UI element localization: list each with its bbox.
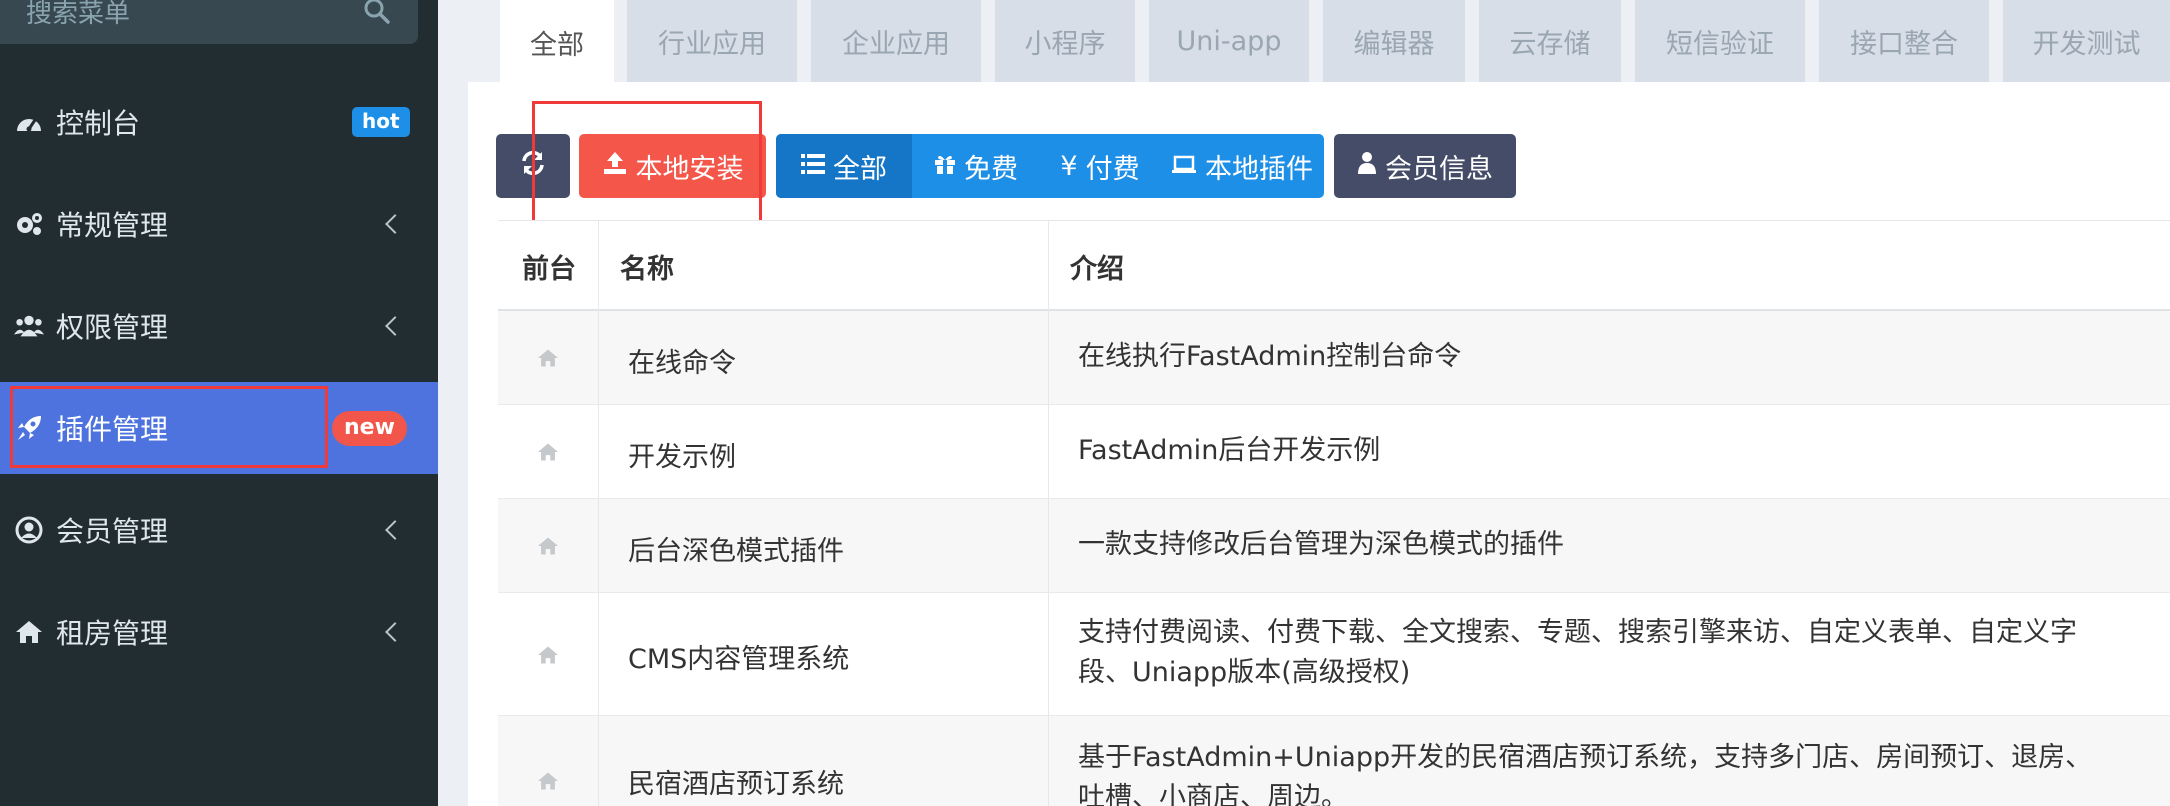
sidebar-item-label: 租房管理 — [56, 617, 169, 650]
plugin-name: 开发示例 — [628, 442, 736, 473]
sidebar-search — [0, 0, 418, 44]
list-icon — [801, 151, 825, 182]
search-input[interactable] — [26, 0, 346, 28]
column-divider — [598, 220, 599, 806]
plugin-intro: 基于FastAdmin+Uniapp开发的民宿酒店预订系统，支持多门店、房间预订… — [1078, 742, 2093, 806]
home-icon[interactable] — [498, 405, 598, 499]
sidebar: 控制台 hot 常规管理 权限管理 插件管理 new 会员管理 租房 — [0, 0, 438, 806]
filter-all-button[interactable]: 全部 — [776, 134, 912, 198]
plugin-intro: 支持付费阅读、付费下载、全文搜索、专题、搜索引擎来访、自定义表单、自定义字段、U… — [1078, 617, 2077, 688]
home-icon[interactable] — [498, 499, 598, 593]
column-header-intro[interactable]: 介绍 — [1070, 221, 1124, 312]
table-row[interactable]: 民宿酒店预订系统 基于FastAdmin+Uniapp开发的民宿酒店预订系统，支… — [498, 716, 2170, 806]
sidebar-item-rental[interactable]: 租房管理 — [0, 586, 438, 678]
home-icon — [14, 617, 44, 647]
plugin-name: 在线命令 — [628, 348, 736, 379]
tab-api[interactable]: 接口整合 — [1819, 0, 1989, 82]
tab-cloud-storage[interactable]: 云存储 — [1479, 0, 1621, 82]
category-tabs: 全部 行业应用 企业应用 小程序 Uni-app 编辑器 云存储 短信验证 接口… — [468, 0, 2170, 84]
filter-local-button[interactable]: 本地插件 — [1160, 134, 1324, 198]
plugin-name: 民宿酒店预订系统 — [628, 769, 844, 800]
plugin-name: 后台深色模式插件 — [628, 536, 844, 567]
filter-button-group: 全部 免费 ¥ 付费 本地插件 — [776, 134, 1324, 198]
member-info-button[interactable]: 会员信息 — [1334, 134, 1516, 198]
tab-all[interactable]: 全部 — [500, 0, 614, 84]
filter-local-label: 本地插件 — [1205, 153, 1313, 185]
column-header-frontend[interactable]: 前台 — [522, 221, 576, 312]
filter-paid-button[interactable]: ¥ 付费 — [1040, 134, 1160, 198]
main-content: 全部 行业应用 企业应用 小程序 Uni-app 编辑器 云存储 短信验证 接口… — [438, 0, 2170, 806]
sidebar-item-label: 常规管理 — [56, 209, 169, 242]
highlight-frame-plugins — [10, 386, 328, 468]
sidebar-item-members[interactable]: 会员管理 — [0, 484, 438, 576]
user-circle-icon — [14, 515, 44, 545]
filter-paid-label: 付费 — [1085, 153, 1140, 185]
dashboard-icon — [14, 107, 44, 137]
tab-enterprise[interactable]: 企业应用 — [811, 0, 981, 82]
sidebar-item-label: 权限管理 — [56, 311, 169, 344]
plugin-name: CMS内容管理系统 — [628, 644, 850, 675]
tab-industry[interactable]: 行业应用 — [627, 0, 797, 82]
cogs-icon — [14, 209, 44, 239]
chevron-left-icon — [385, 622, 405, 642]
column-header-name[interactable]: 名称 — [620, 221, 674, 312]
hot-badge: hot — [352, 107, 410, 137]
filter-free-button[interactable]: 免费 — [912, 134, 1040, 198]
user-icon — [1357, 151, 1377, 182]
tab-uniapp[interactable]: Uni-app — [1149, 0, 1309, 82]
tab-editor[interactable]: 编辑器 — [1323, 0, 1465, 82]
column-divider — [1048, 220, 1049, 806]
tab-sms[interactable]: 短信验证 — [1635, 0, 1805, 82]
member-info-label: 会员信息 — [1385, 153, 1493, 184]
yen-icon: ¥ — [1060, 150, 1078, 182]
sidebar-item-permissions[interactable]: 权限管理 — [0, 280, 438, 372]
search-icon[interactable] — [362, 0, 392, 26]
tab-devtest[interactable]: 开发测试 — [2003, 0, 2170, 82]
sidebar-item-general[interactable]: 常规管理 — [0, 178, 438, 270]
chevron-left-icon — [385, 316, 405, 336]
table-row[interactable]: CMS内容管理系统 支持付费阅读、付费下载、全文搜索、专题、搜索引擎来访、自定义… — [498, 593, 2170, 716]
table-header: 前台 名称 介绍 — [498, 220, 2170, 311]
home-icon[interactable] — [498, 311, 598, 405]
table-row[interactable]: 开发示例 FastAdmin后台开发示例 — [498, 405, 2170, 499]
new-badge: new — [332, 410, 407, 446]
chevron-left-icon — [385, 214, 405, 234]
sidebar-item-label: 控制台 — [56, 107, 141, 140]
highlight-frame-install — [532, 101, 762, 227]
users-icon — [14, 311, 44, 341]
plugin-intro: 在线执行FastAdmin控制台命令 — [1078, 341, 1462, 372]
laptop-icon — [1171, 151, 1197, 182]
table-row[interactable]: 在线命令 在线执行FastAdmin控制台命令 — [498, 311, 2170, 405]
chevron-left-icon — [385, 520, 405, 540]
home-icon[interactable] — [498, 716, 598, 806]
tab-miniprogram[interactable]: 小程序 — [995, 0, 1135, 82]
filter-free-label: 免费 — [964, 153, 1018, 185]
home-icon[interactable] — [498, 593, 598, 716]
gift-icon — [934, 151, 956, 182]
sidebar-item-dashboard[interactable]: 控制台 hot — [0, 76, 438, 168]
plugin-intro: 一款支持修改后台管理为深色模式的插件 — [1078, 529, 1564, 560]
plugin-panel: 全部 行业应用 企业应用 小程序 Uni-app 编辑器 云存储 短信验证 接口… — [468, 0, 2170, 806]
plugin-intro: FastAdmin后台开发示例 — [1078, 435, 1381, 466]
sidebar-item-label: 会员管理 — [56, 515, 169, 548]
filter-all-label: 全部 — [833, 153, 887, 185]
table-row[interactable]: 后台深色模式插件 一款支持修改后台管理为深色模式的插件 — [498, 499, 2170, 593]
